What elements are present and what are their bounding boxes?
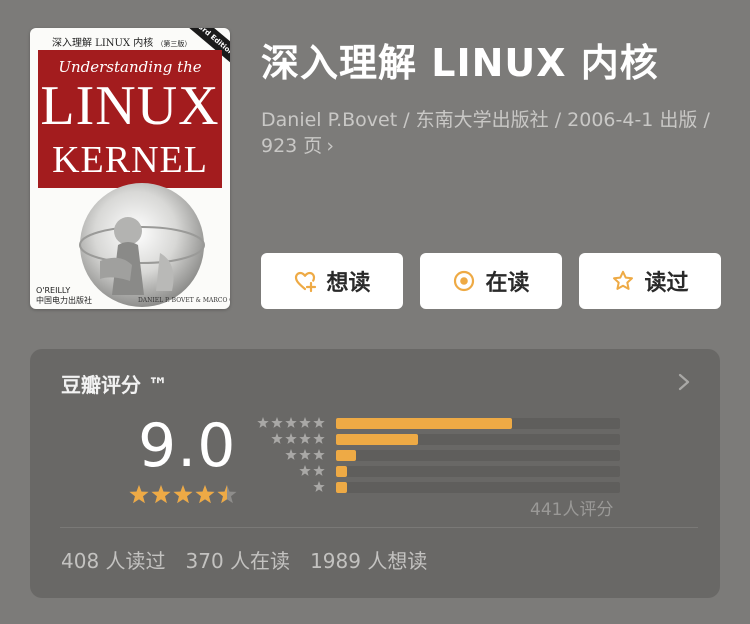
book-meta-link[interactable]: Daniel P.Bovet / 东南大学出版社 / 2006-4-1 出版 /… xyxy=(261,107,721,159)
distribution-bar xyxy=(336,482,620,493)
star-icon xyxy=(299,433,311,444)
rating-stars xyxy=(129,485,237,504)
cover-authors: DANIEL P. BOVET & MARCO CESATI 著 xyxy=(138,297,230,304)
rating-label: 豆瓣评分 ™ xyxy=(61,373,168,397)
star-icon xyxy=(299,449,311,460)
chevron-right-icon[interactable] xyxy=(677,372,691,392)
cover-publisher: O'REILLY 中国电力出版社 xyxy=(36,286,92,305)
reading-count[interactable]: 370 人在读 xyxy=(186,545,291,574)
star-icon xyxy=(257,417,269,428)
distribution-bar-fill xyxy=(336,482,348,493)
distribution-bar xyxy=(336,450,620,461)
heart-plus-icon xyxy=(295,271,317,293)
reading-button[interactable]: 在读 xyxy=(420,253,562,309)
distribution-bar-fill xyxy=(336,466,348,477)
book-title: 深入理解 LINUX 内核 xyxy=(261,41,659,85)
reading-label: 在读 xyxy=(485,271,530,296)
star-fill xyxy=(195,485,215,504)
star-icon xyxy=(313,465,325,476)
star-fill xyxy=(151,485,171,504)
star-icon xyxy=(271,433,283,444)
want-to-read-label: 想读 xyxy=(326,271,371,296)
star-icon xyxy=(313,481,325,492)
want-count[interactable]: 1989 人想读 xyxy=(310,545,427,574)
star-icon xyxy=(299,465,311,476)
distribution-stars xyxy=(285,449,325,460)
distribution-bar xyxy=(336,418,620,429)
cover-subtitle: Understanding the xyxy=(58,58,202,76)
want-to-read-button[interactable]: 想读 xyxy=(261,253,403,309)
have-read-label: 读过 xyxy=(644,271,689,296)
distribution-stars xyxy=(271,433,325,444)
distribution-bar-fill xyxy=(336,418,513,429)
star-icon xyxy=(285,449,297,460)
distribution-stars xyxy=(257,417,325,428)
star-icon xyxy=(313,449,325,460)
star-icon xyxy=(271,417,283,428)
star-fill xyxy=(129,485,149,504)
rating-score: 9.0 xyxy=(138,411,237,481)
cover-title-linux: LINUX xyxy=(40,75,220,137)
rating-count: 441人评分 xyxy=(530,500,614,520)
divider xyxy=(60,527,698,528)
chevron-right-icon: › xyxy=(326,135,334,157)
distribution-stars xyxy=(313,481,325,492)
distribution-bar xyxy=(336,434,620,445)
action-buttons: 想读 在读 读过 xyxy=(261,253,721,309)
star-icon xyxy=(313,417,325,428)
cover-title-band: Understanding the LINUX KERNEL xyxy=(38,50,222,188)
star-outline-icon xyxy=(613,270,634,290)
book-cover[interactable]: 深入理解 LINUX 内核 （第三版） 3rd Edition Understa… xyxy=(30,28,230,309)
cover-title-kernel: KERNEL xyxy=(52,139,208,181)
star-icon xyxy=(313,433,325,444)
distribution-stars xyxy=(299,465,325,476)
star-icon xyxy=(285,417,297,428)
have-read-button[interactable]: 读过 xyxy=(579,253,721,309)
distribution-bar-fill xyxy=(336,450,356,461)
star-icon xyxy=(299,417,311,428)
reader-stats: 408 人读过 370 人在读 1989 人想读 xyxy=(61,545,427,574)
read-count[interactable]: 408 人读过 xyxy=(61,545,166,574)
star-icon xyxy=(285,433,297,444)
distribution-bar xyxy=(336,466,620,477)
star-fill xyxy=(173,485,193,504)
rating-card[interactable]: 豆瓣评分 ™ 9.0 441人评分 408 人读过 370 人在读 1989 人… xyxy=(30,349,720,598)
dot-circle-icon xyxy=(454,270,475,292)
distribution-bar-fill xyxy=(336,434,419,445)
